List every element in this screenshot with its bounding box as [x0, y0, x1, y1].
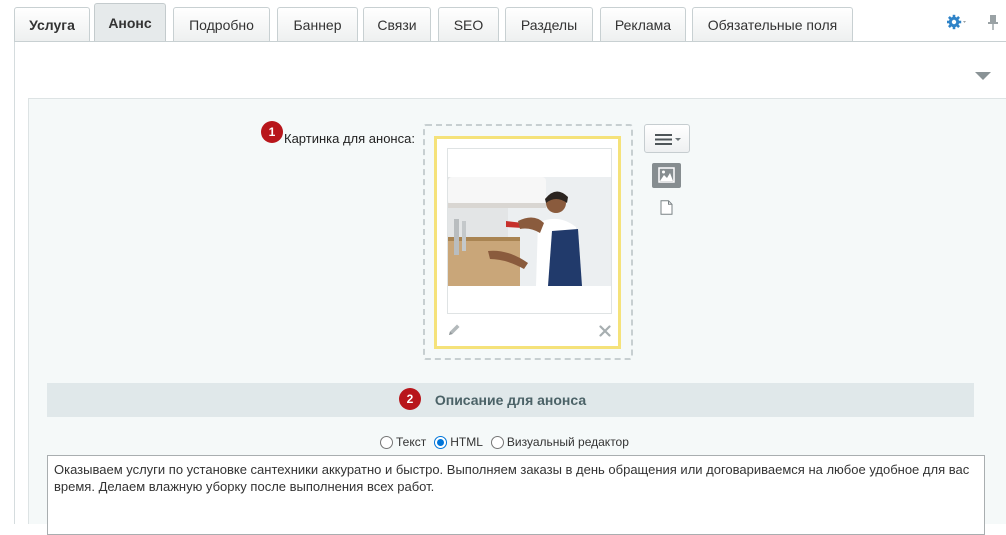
pin-icon[interactable]	[986, 13, 1000, 31]
gear-icon[interactable]	[947, 13, 967, 31]
image-icon	[658, 167, 675, 183]
radio-visual-editor[interactable]	[490, 435, 504, 449]
description-textarea[interactable]: Оказываем услуги по установке сантехники…	[47, 455, 985, 535]
image-menu-button[interactable]	[644, 124, 690, 153]
triangle-down-icon[interactable]	[974, 70, 992, 82]
tab-seo[interactable]: SEO	[438, 7, 499, 41]
image-mode-button[interactable]	[652, 163, 681, 188]
tab-details[interactable]: Подробно	[173, 7, 270, 41]
radio-text[interactable]	[380, 435, 393, 449]
radio-text-label[interactable]: Текст	[396, 435, 426, 449]
radio-visual-editor-label[interactable]: Визуальный редактор	[507, 435, 629, 449]
tab-bar: Услуга Анонс Подробно Баннер Связи SEO Р…	[0, 0, 1006, 42]
tab-announce[interactable]: Анонс	[94, 3, 166, 42]
annotation-badge-2: 2	[399, 388, 421, 410]
radio-html[interactable]	[434, 435, 448, 449]
tab-sections[interactable]: Разделы	[505, 7, 593, 41]
tab-ads[interactable]: Реклама	[600, 7, 686, 41]
image-frame	[447, 148, 612, 314]
description-mode-group: Текст HTML Визуальный редактор	[380, 433, 637, 451]
radio-html-label[interactable]: HTML	[450, 435, 483, 449]
preview-image-label: Картинка для анонса:	[284, 131, 415, 146]
tab-required-fields[interactable]: Обязательные поля	[692, 7, 853, 41]
file-icon[interactable]	[660, 200, 673, 215]
section-title: Описание для анонса	[434, 392, 587, 408]
annotation-badge-1: 1	[261, 121, 283, 143]
pencil-icon[interactable]	[447, 323, 461, 337]
close-icon[interactable]	[599, 325, 611, 337]
tab-links[interactable]: Связи	[363, 7, 431, 41]
section-header-description: Описание для анонса	[47, 383, 974, 417]
hamburger-icon	[655, 134, 681, 145]
image-card[interactable]	[434, 136, 621, 349]
tab-service[interactable]: Услуга	[14, 7, 90, 41]
preview-photo	[448, 177, 611, 286]
tab-banner[interactable]: Баннер	[277, 7, 358, 41]
